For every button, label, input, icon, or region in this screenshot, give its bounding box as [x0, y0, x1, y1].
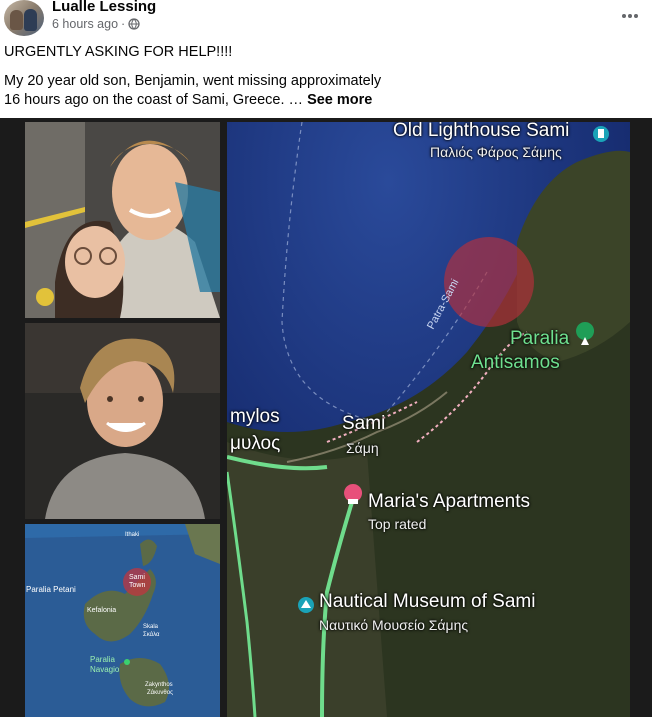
post-time[interactable]: 6 hours ago: [52, 17, 118, 31]
map-label-museum-gr: Ναυτικό Μουσείο Σάμης: [319, 617, 469, 633]
inset-map[interactable]: Ithaki Sami Town Paralia Petani Kefaloni…: [25, 524, 220, 717]
inset-label-zakynthos-gr: Ζάκυνθος: [147, 689, 173, 696]
photo-benjamin[interactable]: [25, 323, 220, 519]
inset-label-zakynthos: Zakynthos: [145, 682, 173, 688]
map-label-mylos: mylos: [230, 406, 280, 427]
avatar[interactable]: [4, 0, 44, 36]
author-name[interactable]: Lualle Lessing: [52, 0, 156, 15]
map-label-apartments[interactable]: Maria's Apartments: [368, 491, 530, 513]
more-options-icon: [622, 14, 626, 18]
globe-icon: [128, 18, 140, 30]
satellite-map[interactable]: Patra-Sami Old Lighthouse Sami Παλιός Φά…: [227, 122, 630, 717]
inset-label-ithaki: Ithaki: [125, 532, 139, 538]
inset-label-sami: Sami: [129, 574, 145, 581]
map-label-lighthouse-gr: Παλιός Φάρος Σάμης: [430, 144, 562, 160]
map-label-lighthouse: Old Lighthouse Sami: [393, 122, 570, 141]
map-label-beach-1: Paralia: [510, 328, 570, 349]
lighthouse-pin-icon[interactable]: [593, 126, 609, 142]
inset-label-skala-gr: Σκάλα: [143, 631, 160, 638]
more-options-button[interactable]: [618, 6, 642, 26]
see-more-link[interactable]: See more: [307, 92, 372, 108]
photo-mother-son[interactable]: [25, 122, 220, 318]
map-label-apartments-sub: Top rated: [368, 516, 427, 532]
inset-label-kefalonia: Kefalonia: [87, 607, 116, 614]
map-label-mylos-gr: μυλος: [230, 433, 281, 454]
map-label-museum[interactable]: Nautical Museum of Sami: [319, 591, 535, 613]
post-line-2: My 20 year old son, Benjamin, went missi…: [4, 73, 382, 89]
inset-label-navagio-2: Navagio: [90, 665, 120, 674]
map-label-sami-gr: Σάμη: [346, 440, 379, 456]
meta-separator: ·: [121, 17, 126, 31]
map-label-beach-2: Antisamos: [471, 352, 560, 373]
inset-label-sami-town: Town: [129, 582, 145, 589]
post-line-3: 16 hours ago on the coast of Sami, Greec…: [4, 92, 373, 108]
inset-label-navagio-1: Paralia: [90, 655, 115, 664]
post-meta: 6 hours ago ·: [52, 17, 140, 31]
post-header: Lualle Lessing 6 hours ago ·: [0, 0, 652, 40]
map-label-sami: Sami: [342, 413, 386, 434]
inset-label-skala: Skala: [143, 624, 159, 630]
post-text: URGENTLY ASKING FOR HELP!!!! My 20 year …: [4, 43, 634, 110]
post-line-1: URGENTLY ASKING FOR HELP!!!!: [4, 44, 233, 60]
inset-label-petani: Paralia Petani: [26, 585, 76, 594]
post-image[interactable]: Ithaki Sami Town Paralia Petani Kefaloni…: [0, 118, 652, 717]
museum-pin-icon[interactable]: [298, 597, 314, 613]
